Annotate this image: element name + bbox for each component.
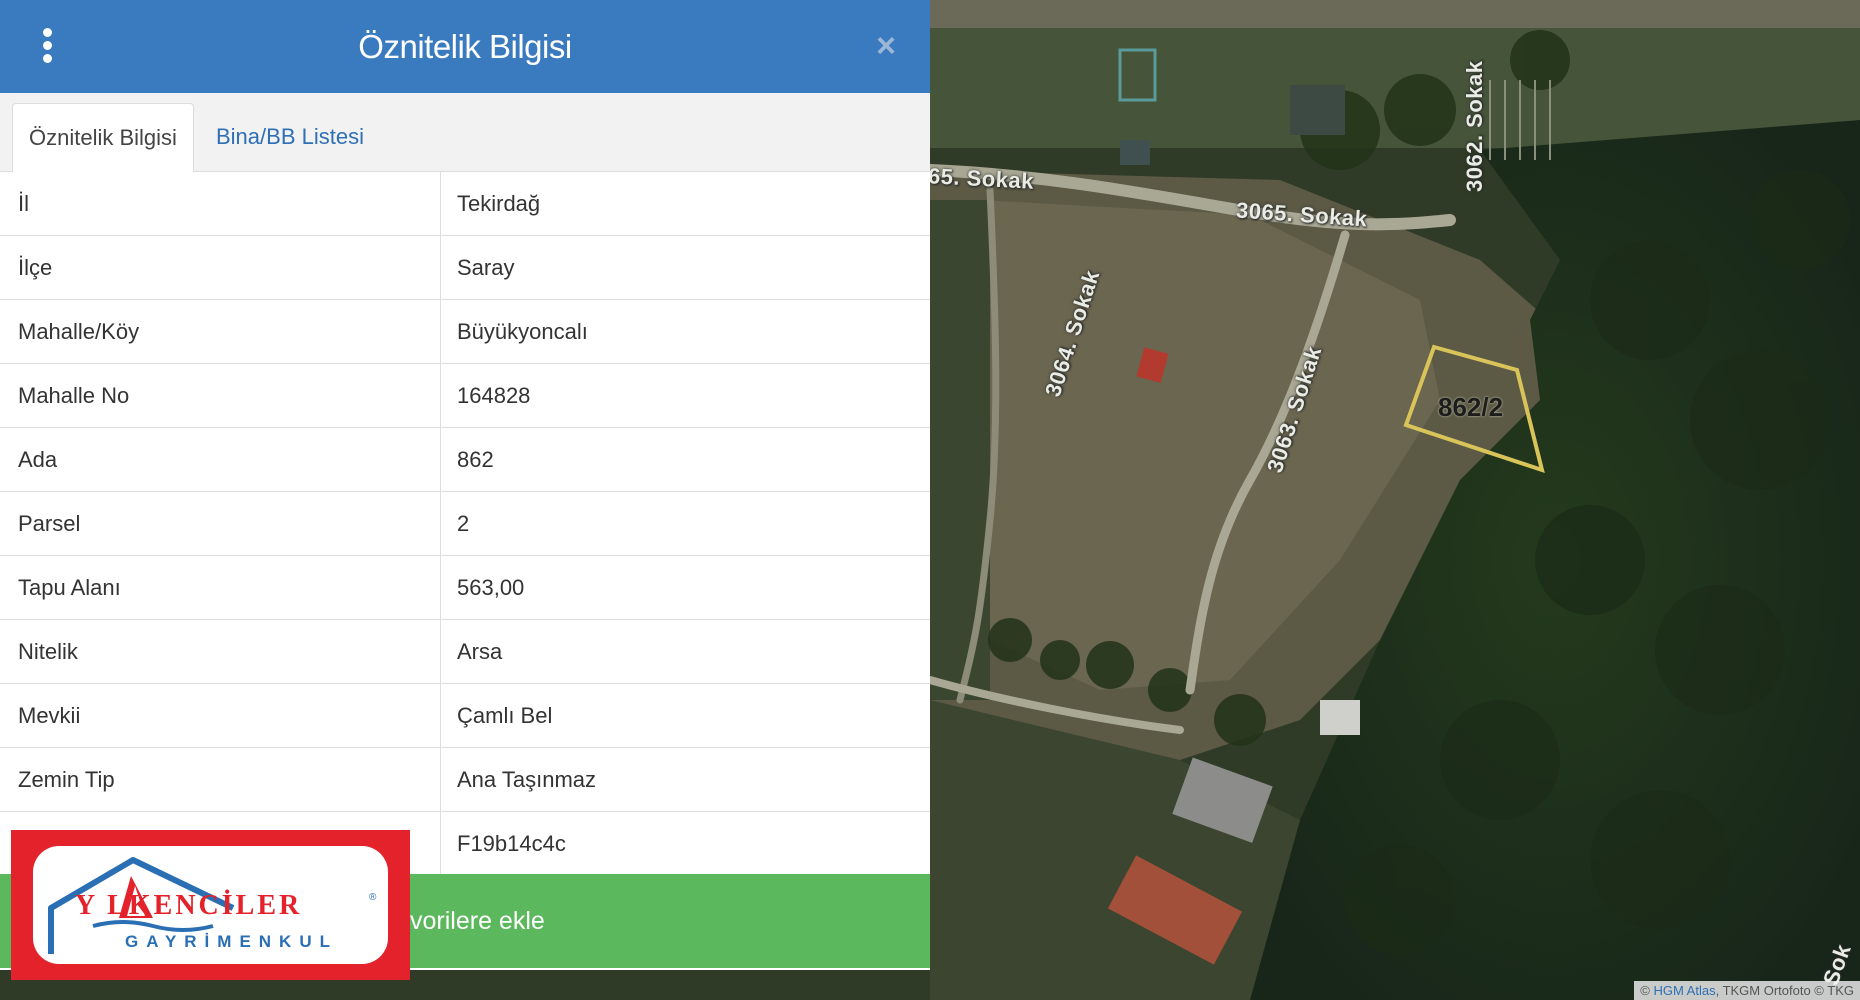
- table-row: Mahalle No 164828: [0, 363, 930, 428]
- attribute-key: Zemin Tip: [0, 747, 441, 812]
- company-logo: Y LKENCİLER ® GAYRİMENKUL: [11, 830, 410, 980]
- street-label: 3062. Sokak: [1462, 60, 1487, 192]
- attribute-key: Mahalle/Köy: [0, 299, 441, 364]
- attribute-key: Mevkii: [0, 683, 441, 748]
- add-to-favorites-label: vorilere ekle: [410, 907, 545, 935]
- attribute-key: Parsel: [0, 491, 441, 556]
- table-row: Zemin Tip Ana Taşınmaz: [0, 747, 930, 812]
- attribute-value: Ana Taşınmaz: [440, 747, 930, 812]
- attribution-rest: , TKGM Ortofoto © TKG: [1715, 983, 1854, 998]
- close-icon[interactable]: ×: [868, 28, 904, 64]
- parcel-label: 862/2: [1438, 392, 1504, 422]
- attribute-key: Ada: [0, 427, 441, 492]
- table-row: Parsel 2: [0, 491, 930, 556]
- attribution-link[interactable]: HGM Atlas: [1653, 983, 1715, 998]
- tab-attribute-info[interactable]: Öznitelik Bilgisi: [12, 103, 194, 173]
- map-attribution: © HGM Atlas, TKGM Ortofoto © TKG: [1634, 981, 1860, 1000]
- attribute-key: Tapu Alanı: [0, 555, 441, 620]
- panel-header: Öznitelik Bilgisi ×: [0, 0, 930, 93]
- attribute-value: 563,00: [440, 555, 930, 620]
- registered-mark: ®: [369, 892, 377, 903]
- table-row: Ada 862: [0, 427, 930, 492]
- attribute-value: Saray: [440, 235, 930, 300]
- attribute-key: İl: [0, 172, 441, 236]
- table-row: Mahalle/Köy Büyükyoncalı: [0, 299, 930, 364]
- logo-wordmark: Y LKENCİLER: [75, 890, 303, 921]
- attribute-value: Çamlı Bel: [440, 683, 930, 748]
- attribute-value: 164828: [440, 363, 930, 428]
- attribute-value: F19b14c4c: [440, 811, 930, 876]
- table-row: İlçe Saray: [0, 235, 930, 300]
- attribute-key: Nitelik: [0, 619, 441, 684]
- attribute-key: İlçe: [0, 235, 441, 300]
- logo-badge: Y LKENCİLER ® GAYRİMENKUL: [33, 846, 388, 964]
- logo-subtitle: GAYRİMENKUL: [125, 932, 338, 951]
- street-label: 65. Sokak: [927, 163, 1035, 194]
- table-row: İl Tekirdağ: [0, 172, 930, 236]
- tab-building-list[interactable]: Bina/BB Listesi: [200, 103, 380, 171]
- attribute-table: İl Tekirdağ İlçe Saray Mahalle/Köy Büyükyonca…: [0, 172, 930, 876]
- attribute-value: Tekirdağ: [440, 172, 930, 236]
- attribute-value: Arsa: [440, 619, 930, 684]
- attribute-key: Mahalle No: [0, 363, 441, 428]
- panel-title: Öznitelik Bilgisi: [358, 28, 572, 65]
- attribute-panel: Öznitelik Bilgisi × Öznitelik Bilgisi Bi…: [0, 0, 930, 970]
- table-row: Nitelik Arsa: [0, 619, 930, 684]
- attribute-value: 2: [440, 491, 930, 556]
- attribution-prefix: ©: [1640, 983, 1654, 998]
- panel-tabs: Öznitelik Bilgisi Bina/BB Listesi: [0, 93, 930, 173]
- table-row: Tapu Alanı 563,00: [0, 555, 930, 620]
- attribute-value: 862: [440, 427, 930, 492]
- attribute-value: Büyükyoncalı: [440, 299, 930, 364]
- table-row: Mevkii Çamlı Bel: [0, 683, 930, 748]
